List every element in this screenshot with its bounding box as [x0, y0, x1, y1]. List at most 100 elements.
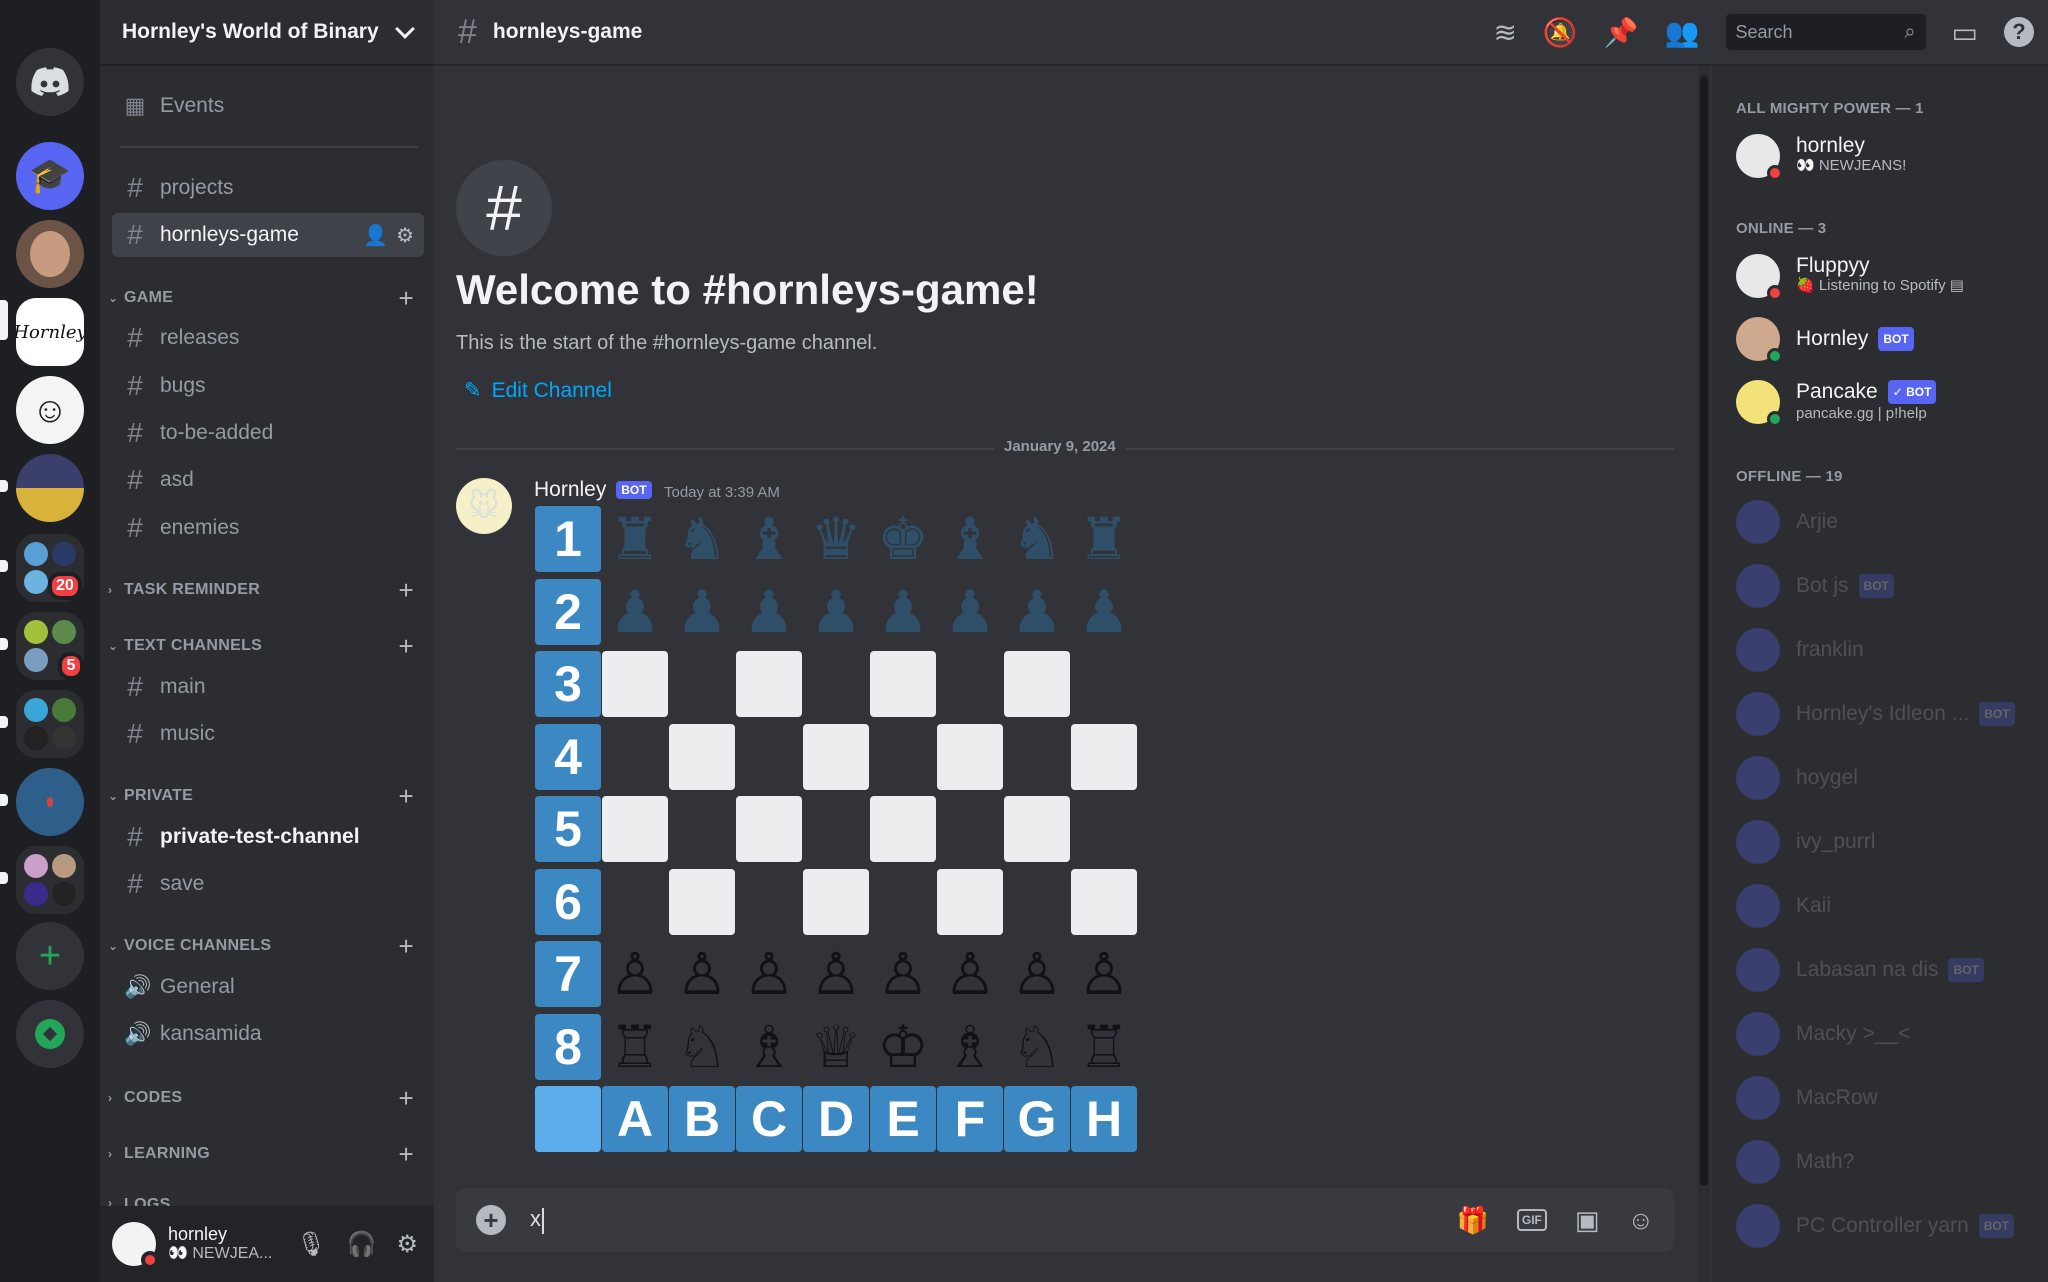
member-item[interactable]: ivy_purrl: [1736, 814, 2036, 870]
member-item[interactable]: Math?: [1736, 1134, 2036, 1190]
explore-servers-button[interactable]: [16, 1000, 84, 1068]
member-item[interactable]: Pancake ✓ BOT pancake.gg | p!help: [1736, 374, 2036, 430]
category-game[interactable]: ⌄ GAME +: [106, 283, 426, 314]
member-item[interactable]: MacRow: [1736, 1070, 2036, 1126]
member-item[interactable]: Hornley BOT: [1736, 311, 2036, 367]
category-codes[interactable]: › CODES +: [106, 1083, 426, 1114]
channel-main[interactable]: # main: [112, 665, 424, 709]
member-item[interactable]: franklin: [1736, 622, 2036, 678]
category-voice-channels[interactable]: ⌄ VOICE CHANNELS +: [106, 931, 426, 962]
message-composer[interactable]: + x 🎁 GIF ▣ ☺: [456, 1188, 1674, 1252]
member-item[interactable]: Arjie: [1736, 494, 2036, 550]
server-avatar-1[interactable]: [16, 220, 84, 288]
member-item[interactable]: Macky >__<: [1736, 1006, 2036, 1062]
channel-sidebar: Hornley's World of Binary ▦ Events # pro…: [100, 0, 434, 1282]
member-item[interactable]: Bot js BOT: [1736, 558, 2036, 614]
board-row-label: 7: [535, 941, 601, 1007]
create-channel-plus-icon[interactable]: +: [399, 1139, 414, 1170]
help-icon[interactable]: ?: [2004, 17, 2034, 47]
board-square: [736, 651, 802, 717]
avatar: [1736, 756, 1780, 800]
board-square: [937, 868, 1003, 935]
sidebar-divider: [120, 146, 418, 148]
channel-hornleys-game[interactable]: # hornleys-game 👤 ⚙: [112, 213, 424, 257]
create-channel-plus-icon[interactable]: +: [399, 283, 414, 314]
channel-save[interactable]: # save: [112, 862, 424, 906]
create-channel-plus-icon[interactable]: +: [399, 631, 414, 662]
add-server-button[interactable]: +: [16, 922, 84, 990]
gif-icon[interactable]: GIF: [1516, 1209, 1547, 1231]
inbox-icon[interactable]: ▭: [1952, 16, 1978, 49]
server-folder-3[interactable]: [16, 690, 84, 758]
board-square: [870, 724, 936, 790]
avatar[interactable]: 🐭: [456, 478, 512, 534]
category-learning[interactable]: › LEARNING +: [106, 1139, 426, 1170]
create-channel-plus-icon[interactable]: +: [399, 931, 414, 962]
member-name: Macky >__<: [1796, 1022, 1911, 1045]
server-hornley-selected[interactable]: Hornley: [16, 298, 84, 366]
author-name: Hornley: [534, 478, 607, 501]
invite-user-icon[interactable]: 👤: [363, 223, 388, 248]
voice-channel-kansamida[interactable]: 🔊 kansamida: [112, 1012, 424, 1056]
attach-plus-icon[interactable]: +: [476, 1205, 506, 1235]
sticker-icon[interactable]: ▣: [1575, 1205, 1600, 1236]
server-avatar-3[interactable]: [16, 454, 84, 522]
avatar[interactable]: [112, 1222, 159, 1269]
board-square: [669, 651, 735, 717]
server-avatar-2[interactable]: ☺: [16, 376, 84, 444]
member-item[interactable]: PC Controller yarn BOT: [1736, 1198, 2036, 1254]
user-panel: hornley 👀 NEWJEA... 🎙 🎧 ⚙: [100, 1206, 434, 1282]
create-channel-plus-icon[interactable]: +: [399, 781, 414, 812]
channel-label: save: [160, 872, 205, 895]
server-student-hub[interactable]: 🎓: [16, 142, 84, 210]
gear-icon[interactable]: ⚙: [396, 223, 414, 248]
member-list: ALL MIGHTY POWER — 1 ONLINE — 3 OFFLINE …: [1712, 66, 2048, 1282]
edit-channel-link[interactable]: ✎ Edit Channel: [464, 378, 612, 403]
member-item[interactable]: Fluppyy 🍓 Listening to Spotify ▤: [1736, 248, 2036, 304]
member-item[interactable]: Hornley's Idleon ... BOT: [1736, 686, 2036, 742]
scrollbar-thumb[interactable]: [1700, 76, 1708, 1186]
gear-icon[interactable]: ⚙: [396, 1230, 418, 1259]
message-author[interactable]: Hornley BOT: [534, 478, 652, 502]
channel-releases[interactable]: # releases: [112, 316, 424, 360]
gift-icon[interactable]: 🎁: [1457, 1205, 1489, 1236]
chevron-down-icon: ⌄: [108, 789, 119, 803]
board-square: ♛: [803, 506, 869, 572]
headphones-icon[interactable]: 🎧: [347, 1230, 377, 1259]
emoji-icon[interactable]: ☺: [1627, 1205, 1654, 1236]
channel-bugs[interactable]: # bugs: [112, 364, 424, 408]
voice-channel-general[interactable]: 🔊 General: [112, 965, 424, 1009]
create-channel-plus-icon[interactable]: +: [399, 1083, 414, 1114]
server-folder-4[interactable]: [16, 846, 84, 914]
member-item[interactable]: hoygel: [1736, 750, 2036, 806]
chat-scrollbar[interactable]: [1698, 66, 1710, 1282]
member-list-icon[interactable]: 👥: [1665, 16, 1700, 49]
message-input[interactable]: x: [530, 1206, 544, 1234]
microphone-icon[interactable]: 🎙: [296, 1230, 326, 1259]
member-item[interactable]: hornley 👀 NEWJEANS!: [1736, 128, 2036, 184]
notification-bell-muted-icon[interactable]: 🔕: [1543, 16, 1578, 49]
chess-piece: ♙: [944, 940, 996, 1008]
channel-projects[interactable]: # projects: [112, 166, 424, 210]
server-avatar-4[interactable]: [16, 768, 84, 836]
channel-enemies[interactable]: # enemies: [112, 506, 424, 550]
chess-board: 1 ♜ ♞ ♝ ♛ ♚ ♝ ♞ ♜ 2 ♟ ♟ ♟ ♟ ♟ ♟ ♟ ♟ 3 4 5 6 7 ♙ ♙ ♙ ♙ ♙ ♙ ♙ ♙ 8 ♖ ♘ ♗ ♕ ♔ ♗ ♘ ♖…: [535, 506, 1139, 1160]
pin-icon[interactable]: 📌: [1604, 16, 1639, 49]
channel-private-test-channel[interactable]: # private-test-channel: [112, 815, 424, 859]
search-input[interactable]: Search ⌕: [1725, 14, 1926, 50]
server-header[interactable]: Hornley's World of Binary: [100, 0, 434, 66]
channel-music[interactable]: # music: [112, 712, 424, 756]
discord-home-button[interactable]: [16, 48, 84, 116]
member-item[interactable]: Kaii: [1736, 878, 2036, 934]
category-text-channels[interactable]: ⌄ TEXT CHANNELS +: [106, 631, 426, 662]
channel-to-be-added[interactable]: # to-be-added: [112, 411, 424, 455]
threads-icon[interactable]: ≋: [1493, 16, 1516, 49]
avatar: [1736, 564, 1780, 608]
category-task-reminder[interactable]: › TASK REMINDER +: [106, 575, 426, 606]
events-item[interactable]: ▦ Events: [112, 84, 424, 128]
create-channel-plus-icon[interactable]: +: [399, 575, 414, 606]
board-column-label: H: [1071, 1086, 1137, 1152]
channel-asd[interactable]: # asd: [112, 458, 424, 502]
category-private[interactable]: ⌄ PRIVATE +: [106, 781, 426, 812]
member-item[interactable]: Labasan na dis BOT: [1736, 942, 2036, 998]
